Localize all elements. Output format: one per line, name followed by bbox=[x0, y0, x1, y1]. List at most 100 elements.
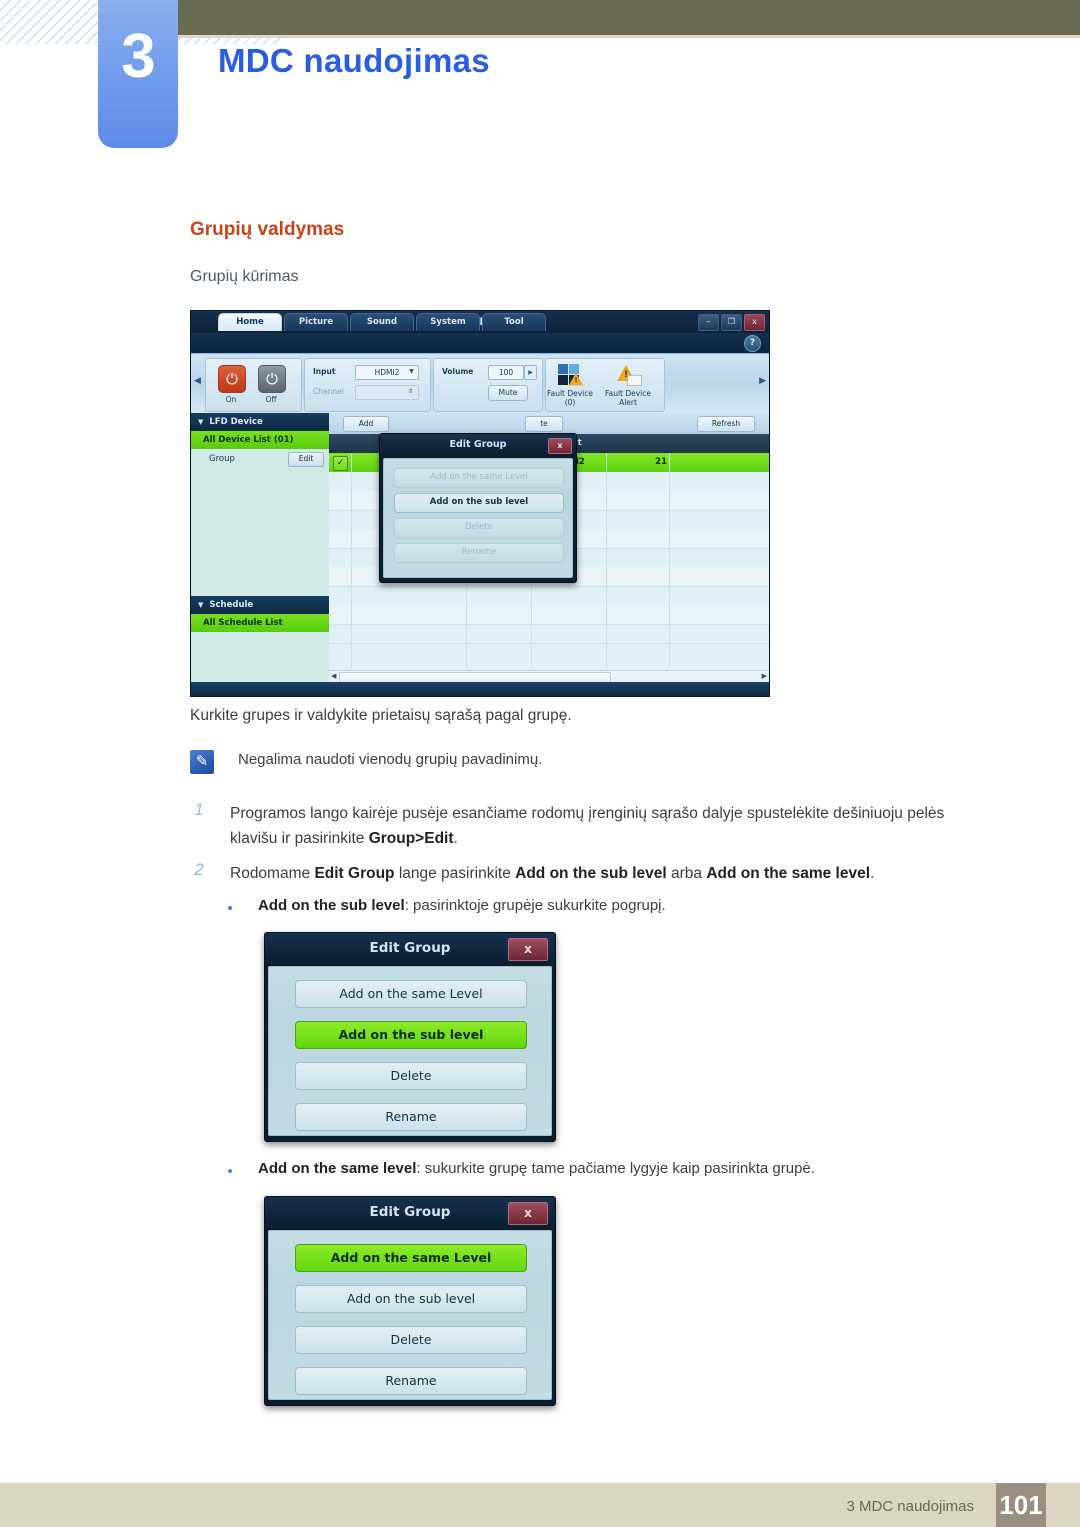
dialog-close-button[interactable]: x bbox=[508, 938, 548, 961]
step-text-part: . bbox=[870, 865, 875, 882]
step-text-part: arba bbox=[666, 865, 707, 882]
scroll-right-icon[interactable]: ▶ bbox=[762, 672, 767, 680]
sidebar-item-all-device-list[interactable]: All Device List (01) bbox=[191, 431, 329, 449]
intro-paragraph: Kurkite grupes ir valdykite prietaisų są… bbox=[190, 707, 572, 724]
delete-button[interactable]: te bbox=[525, 416, 563, 432]
sidebar-item-all-schedule-list[interactable]: All Schedule List bbox=[191, 614, 329, 632]
close-button[interactable]: x bbox=[744, 314, 765, 331]
horizontal-scrollbar[interactable]: ◀ ▶ bbox=[329, 670, 769, 683]
table-toolbar: Add te Refresh bbox=[329, 413, 769, 434]
maximize-button[interactable]: ❐ bbox=[721, 314, 742, 331]
dialog-close-button[interactable]: x bbox=[548, 438, 572, 454]
chevron-down-icon[interactable]: ▼ bbox=[406, 365, 417, 378]
dialog-button-add-sub-level[interactable]: Add on the sub level bbox=[295, 1285, 527, 1313]
volume-value[interactable]: 100 bbox=[488, 365, 524, 380]
step-text-bold: Edit Group bbox=[314, 865, 395, 882]
sidebar-item-group[interactable]: Group Edit bbox=[191, 449, 329, 469]
power-group: ⏻ ⏻ On Off bbox=[205, 358, 302, 412]
dialog-button-add-sub-level[interactable]: Add on the sub level bbox=[295, 1021, 527, 1049]
tab-system[interactable]: System bbox=[416, 313, 480, 331]
mdc-sidebar: ▼ LFD Device All Device List (01) Group E… bbox=[191, 413, 330, 682]
step-text-part: . bbox=[453, 830, 458, 848]
edit-group-dialog-same-level: Edit Group x Add on the same Level Add o… bbox=[264, 1196, 556, 1406]
window-controls: – ❐ x bbox=[698, 314, 765, 331]
step-text: Rodomame Edit Group lange pasirinkite Ad… bbox=[230, 861, 990, 886]
ribbon-scroll-left-icon[interactable]: ◀ bbox=[194, 376, 201, 386]
bullet-text-part: : sukurkite grupę tame pačiame lygyje ka… bbox=[416, 1160, 815, 1177]
group-edit-button[interactable]: Edit bbox=[288, 452, 324, 467]
fault-device-label: Fault Device bbox=[546, 389, 594, 398]
power-on-label: On bbox=[225, 395, 237, 404]
header-olive-bar bbox=[170, 0, 1080, 38]
dialog-button-rename[interactable]: Rename bbox=[295, 1367, 527, 1395]
fault-device-alert-label-1: Fault Device bbox=[604, 389, 652, 398]
fault-device-count: (0) bbox=[564, 398, 576, 407]
step-number: 2 bbox=[194, 860, 204, 879]
fault-device-icon[interactable] bbox=[558, 364, 584, 386]
warning-triangle-icon bbox=[568, 372, 584, 386]
dialog-button-add-sub-level[interactable]: Add on the sub level bbox=[394, 493, 564, 513]
section-heading: Grupių valdymas bbox=[190, 219, 345, 240]
fault-device-alert-icon[interactable] bbox=[614, 363, 642, 387]
sidebar-header-lfd-device[interactable]: ▼ LFD Device bbox=[191, 413, 329, 431]
fault-device-alert-label-2: Alert bbox=[619, 398, 637, 407]
sidebar-header-label: Schedule bbox=[209, 600, 254, 610]
dialog-button-add-same-level[interactable]: Add on the same Level bbox=[394, 468, 564, 488]
tab-sound[interactable]: Sound bbox=[350, 313, 414, 331]
mdc-application-screenshot: Multiple Display Control – ❐ x Home Pict… bbox=[190, 310, 770, 697]
step-number: 1 bbox=[194, 800, 204, 819]
dialog-button-rename[interactable]: Rename bbox=[394, 543, 564, 563]
power-icon: ⏻ bbox=[226, 370, 238, 388]
help-icon[interactable]: ? bbox=[744, 335, 761, 352]
page-number: 101 bbox=[996, 1483, 1046, 1527]
power-off-label: Off bbox=[265, 395, 277, 404]
input-label: Input bbox=[313, 367, 336, 376]
fault-device-group: Fault Device (0) Fault Device Alert bbox=[545, 358, 665, 412]
sidebar-item-group-label: Group bbox=[209, 454, 235, 464]
volume-label: Volume bbox=[442, 367, 474, 376]
step-text: Programos lango kairėje pusėje esančiame… bbox=[230, 801, 990, 851]
channel-label: Channel bbox=[313, 387, 344, 396]
ribbon-scroll-right-icon[interactable]: ▶ bbox=[759, 376, 766, 386]
bullet-dot bbox=[228, 1169, 232, 1173]
mdc-status-bar bbox=[191, 682, 769, 696]
scroll-left-icon[interactable]: ◀ bbox=[331, 672, 336, 680]
dialog-button-delete[interactable]: Delete bbox=[295, 1062, 527, 1090]
subsection-heading: Grupių kūrimas bbox=[190, 268, 299, 285]
dialog-close-button[interactable]: x bbox=[508, 1202, 548, 1225]
dialog-button-delete[interactable]: Delete bbox=[394, 518, 564, 538]
refresh-button[interactable]: Refresh bbox=[697, 416, 755, 432]
input-group: Input HDMI2 ▼ Channel ⇕ bbox=[304, 358, 431, 412]
bullet-text-bold: Add on the same level bbox=[258, 1160, 417, 1177]
row-checkbox[interactable]: ✓ bbox=[333, 456, 348, 471]
volume-stepper-icon[interactable]: ▶ bbox=[524, 365, 537, 380]
dialog-button-rename[interactable]: Rename bbox=[295, 1103, 527, 1131]
note-quill-icon: ✎ bbox=[190, 750, 214, 774]
spinner-icon[interactable]: ⇕ bbox=[405, 385, 416, 398]
mdc-tab-bar bbox=[191, 333, 769, 353]
tab-home[interactable]: Home bbox=[218, 313, 282, 331]
dialog-button-add-same-level[interactable]: Add on the same Level bbox=[295, 1244, 527, 1272]
dialog-button-delete[interactable]: Delete bbox=[295, 1326, 527, 1354]
mute-button[interactable]: Mute bbox=[488, 385, 528, 401]
chevron-down-icon: ▼ bbox=[198, 418, 204, 426]
step-text-part: lange pasirinkite bbox=[394, 865, 516, 882]
sidebar-header-label: LFD Device bbox=[209, 417, 263, 427]
dialog-button-add-same-level[interactable]: Add on the same Level bbox=[295, 980, 527, 1008]
tab-tool[interactable]: Tool bbox=[482, 313, 546, 331]
add-button[interactable]: Add bbox=[343, 416, 389, 432]
step-text-part: Programos lango kairėje pusėje esančiame… bbox=[230, 805, 945, 848]
page-title: MDC naudojimas bbox=[218, 42, 490, 79]
cell-extra: 21 bbox=[655, 457, 667, 467]
edit-group-dialog-sub-level: Edit Group x Add on the same Level Add o… bbox=[264, 932, 556, 1142]
sidebar-header-schedule[interactable]: ▼ Schedule bbox=[191, 596, 329, 614]
power-icon: ⏻ bbox=[266, 370, 278, 388]
bullet-text: Add on the same level: sukurkite grupę t… bbox=[258, 1160, 815, 1177]
power-off-button[interactable]: ⏻ bbox=[258, 365, 286, 393]
tab-picture[interactable]: Picture bbox=[284, 313, 348, 331]
power-on-button[interactable]: ⏻ bbox=[218, 365, 246, 393]
embedded-edit-group-dialog: Edit Group x Add on the same Level Add o… bbox=[379, 433, 577, 583]
volume-group: Volume 100 ▶ Mute bbox=[433, 358, 543, 412]
dialog-title: Edit Group bbox=[380, 434, 576, 456]
minimize-button[interactable]: – bbox=[698, 314, 719, 331]
